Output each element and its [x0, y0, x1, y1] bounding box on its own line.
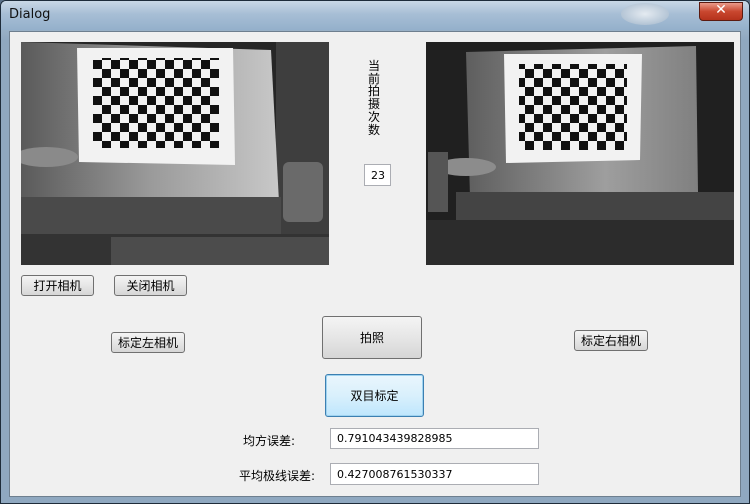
epipolar-error-label: 平均极线误差: [239, 469, 316, 483]
titlebar-glass-highlight [621, 3, 669, 25]
right-camera-view [426, 42, 734, 265]
open-camera-button[interactable]: 打开相机 [21, 275, 94, 296]
window-title: Dialog [9, 7, 51, 22]
title-bar[interactable]: Dialog ✕ [1, 1, 749, 30]
left-camera-image [21, 42, 329, 265]
close-button[interactable]: ✕ [699, 2, 743, 21]
close-icon: ✕ [715, 2, 727, 18]
dialog-window: Dialog ✕ 当前拍摄次数 23 打开相机 关闭相机 标定左相机 拍照 标定… [0, 0, 750, 504]
rms-error-label: 均方误差: [243, 434, 296, 448]
left-camera-view [21, 42, 329, 265]
epipolar-error-field[interactable] [330, 463, 539, 485]
shot-count-field[interactable] [364, 164, 391, 186]
right-camera-image [426, 42, 734, 265]
rms-error-field[interactable] [330, 428, 539, 449]
calibrate-left-camera-button[interactable]: 标定左相机 [111, 332, 185, 353]
dialog-client-area: 当前拍摄次数 打开相机 关闭相机 标定左相机 拍照 标定右相机 双目标定 均方误… [9, 31, 741, 497]
stereo-calibrate-button[interactable]: 双目标定 [325, 374, 424, 417]
capture-button[interactable]: 拍照 [322, 316, 422, 359]
shot-count-label: 当前拍摄次数 [367, 59, 380, 137]
calibrate-right-camera-button[interactable]: 标定右相机 [574, 330, 648, 351]
close-camera-button[interactable]: 关闭相机 [114, 275, 187, 296]
